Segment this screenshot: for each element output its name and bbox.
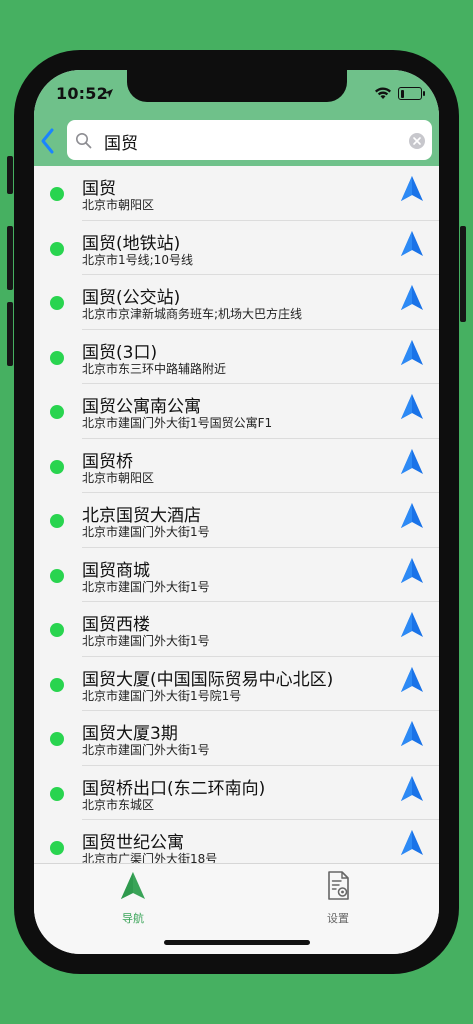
navigate-arrow-icon[interactable]: [398, 610, 426, 640]
tab-navigation[interactable]: 导航: [93, 870, 173, 925]
power-button: [460, 226, 466, 322]
result-address: 北京市朝阳区: [82, 198, 155, 212]
status-dot: [50, 296, 64, 310]
result-address: 北京市建国门外大街1号: [82, 525, 210, 539]
status-dot: [50, 568, 64, 583]
result-address: 北京市朝阳区: [82, 470, 155, 485]
list-item[interactable]: 国贸(3口) 北京市东三环中路辅路附近: [34, 330, 439, 384]
status-dot: [50, 405, 64, 419]
result-address: 北京市京津新城商务班车;机场大巴方庄线: [82, 307, 303, 321]
tab-settings[interactable]: 设置: [298, 870, 378, 925]
list-item[interactable]: 国贸大厦(中国国际贸易中心北区) 北京市建国门外大街1号院1号: [34, 657, 439, 711]
navigate-arrow-icon[interactable]: [398, 501, 426, 531]
list-item[interactable]: 国贸大厦3期 北京市建国门外大街1号: [34, 711, 439, 766]
mute-switch: [7, 156, 13, 194]
status-dot: [50, 841, 64, 855]
navigate-arrow-icon[interactable]: [398, 229, 426, 259]
list-item[interactable]: 北京国贸大酒店 北京市建国门外大街1号: [34, 493, 439, 548]
home-indicator[interactable]: [164, 940, 310, 945]
search-icon: [76, 133, 92, 149]
status-dot: [50, 732, 64, 746]
result-address: 北京市东三环中路辅路附近: [82, 361, 227, 376]
navigate-arrow-icon[interactable]: [398, 828, 426, 858]
list-item[interactable]: 国贸(地铁站) 北京市1号线;10号线: [34, 221, 439, 275]
status-time: 10:52: [56, 84, 108, 103]
result-address: 北京市建国门外大街1号国贸公寓F1: [82, 416, 273, 430]
navigate-arrow-icon[interactable]: [398, 447, 426, 477]
result-address: 北京市东城区: [82, 797, 155, 812]
list-item[interactable]: 国贸桥出口(东二环南向) 北京市东城区: [34, 766, 439, 820]
search-bar[interactable]: [67, 120, 432, 160]
result-address: 北京市建国门外大街1号院1号: [82, 688, 242, 703]
volume-down-button: [7, 302, 13, 366]
result-address: 北京市广渠门外大街18号: [82, 852, 218, 863]
tab-navigation-label: 导航: [122, 912, 144, 925]
result-address: 北京市建国门外大街1号: [82, 634, 210, 648]
list-item[interactable]: 国贸世纪公寓 北京市广渠门外大街18号: [34, 820, 439, 863]
list-item[interactable]: 国贸商城 北京市建国门外大街1号: [34, 548, 439, 602]
navigation-arrow-icon: [121, 872, 145, 899]
status-dot: [50, 786, 64, 801]
result-address: 北京市建国门外大街1号: [82, 743, 210, 757]
screen: 10:52 国贸北京市朝阳区国贸(地: [34, 70, 439, 954]
wifi-icon: [375, 87, 391, 99]
status-dot: [50, 187, 64, 201]
volume-up-button: [7, 226, 13, 290]
battery-icon: [398, 87, 425, 100]
battery-level: [400, 89, 404, 98]
navigate-arrow-icon[interactable]: [398, 719, 426, 749]
status-dot: [50, 241, 64, 256]
clear-search-button[interactable]: [409, 133, 425, 149]
navigate-arrow-icon[interactable]: [398, 338, 426, 368]
result-address: 北京市1号线;10号线: [82, 252, 193, 267]
status-dot: [50, 350, 64, 365]
result-address: 北京市建国门外大街1号: [82, 579, 210, 594]
list-item[interactable]: 国贸公寓南公寓 北京市建国门外大街1号国贸公寓F1: [34, 384, 439, 439]
navigate-arrow-icon[interactable]: [398, 283, 426, 313]
search-input[interactable]: [102, 128, 396, 154]
list-item[interactable]: 国贸(公交站) 北京市京津新城商务班车;机场大巴方庄线: [34, 275, 439, 330]
clear-icon: [413, 137, 421, 145]
results-list[interactable]: 国贸 北京市朝阳区 国贸(地铁站) 北京市1号线;10号线 国贸(公交站) 北京市京津新城…: [34, 166, 439, 863]
location-arrow-icon: [104, 89, 113, 98]
list-item[interactable]: 国贸西楼 北京市建国门外大街1号: [34, 602, 439, 657]
status-dot: [50, 514, 64, 528]
navigate-arrow-icon[interactable]: [398, 174, 426, 204]
navigate-arrow-icon[interactable]: [398, 392, 426, 422]
status-dot: [50, 623, 64, 637]
list-item[interactable]: 国贸桥 北京市朝阳区: [34, 439, 439, 493]
back-chevron-icon[interactable]: [38, 126, 58, 156]
notch: [127, 70, 347, 102]
status-dot: [50, 459, 64, 474]
navigate-arrow-icon[interactable]: [398, 774, 426, 804]
tab-settings-label: 设置: [327, 912, 349, 925]
navigate-arrow-icon[interactable]: [398, 556, 426, 586]
list-item[interactable]: 国贸 北京市朝阳区: [34, 166, 439, 221]
status-dot: [50, 677, 64, 692]
document-settings-icon: [328, 871, 349, 900]
navigate-arrow-icon[interactable]: [398, 665, 426, 695]
